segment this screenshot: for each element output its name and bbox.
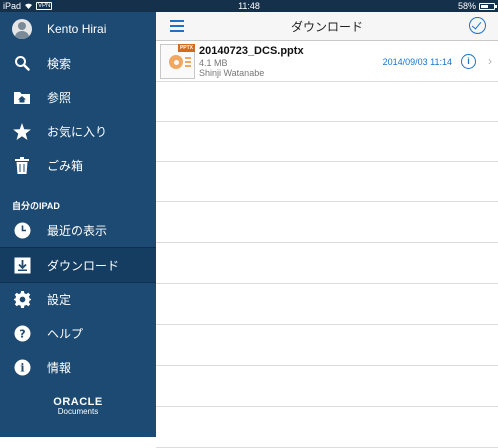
folder-home-icon — [12, 87, 32, 107]
sidebar-item-help[interactable]: ? ヘルプ — [0, 316, 156, 350]
nav-bar: ダウンロード — [156, 12, 498, 41]
empty-row — [156, 326, 498, 366]
star-icon — [12, 121, 32, 141]
user-name: Kento Hirai — [47, 22, 107, 36]
svg-text:?: ? — [19, 327, 25, 340]
sidebar-item-label: お気に入り — [47, 124, 108, 139]
file-date: 2014/09/03 11:14 — [382, 57, 452, 67]
empty-row — [156, 122, 498, 162]
status-time: 11:48 — [238, 1, 260, 11]
brand-sub: Documents — [57, 407, 99, 416]
sidebar-item-label: 情報 — [47, 360, 72, 375]
file-owner: Shinji Watanabe — [199, 68, 265, 78]
sidebar-item-label: ヘルプ — [47, 326, 84, 341]
sidebar-item-favorites[interactable]: お気に入り — [0, 114, 156, 148]
file-type-tag: PPTX — [177, 44, 195, 52]
status-bar: iPad VPN 11:48 58% — [0, 0, 498, 12]
section-header: 自分のIPAD — [12, 201, 60, 211]
empty-row — [156, 285, 498, 325]
empty-row — [156, 244, 498, 284]
sidebar-item-download[interactable]: ダウンロード — [0, 247, 156, 283]
empty-row — [156, 408, 498, 448]
file-size: 4.1 MB — [199, 58, 228, 68]
sidebar-item-label: 最近の表示 — [47, 223, 108, 238]
avatar-icon — [12, 19, 32, 39]
sidebar-item-label: ごみ箱 — [47, 158, 84, 173]
sidebar-item-search[interactable]: 検索 — [0, 46, 156, 80]
main-panel: ダウンロード PPTX 20140723_DCS.pptx 4.1 MB Shi… — [156, 12, 498, 448]
sidebar-item-browse[interactable]: 参照 — [0, 80, 156, 114]
sidebar-user[interactable]: Kento Hirai — [0, 12, 156, 46]
sidebar-item-recent[interactable]: 最近の表示 — [0, 213, 156, 247]
gear-icon — [12, 289, 32, 309]
download-icon — [12, 255, 32, 275]
empty-row — [156, 82, 498, 122]
page-title: ダウンロード — [290, 20, 363, 34]
help-icon: ? — [12, 323, 32, 343]
sidebar-item-label: 検索 — [47, 56, 72, 71]
chevron-right-icon[interactable]: › — [488, 54, 492, 68]
info-icon: i — [12, 357, 32, 377]
sidebar-item-label: 設定 — [47, 292, 72, 307]
sidebar: Kento Hirai 検索 参照 お気に入り ごみ箱 自分のIPAD 最近の表… — [0, 12, 156, 437]
file-row[interactable]: PPTX 20140723_DCS.pptx 4.1 MB Shinji Wat… — [156, 41, 498, 82]
battery-percent: 58% — [457, 1, 476, 11]
oracle-documents-logo: ORACLE Documents — [0, 396, 156, 416]
trash-icon — [12, 155, 32, 175]
select-check-icon[interactable] — [469, 17, 486, 34]
file-info-icon[interactable]: i — [461, 54, 476, 69]
sidebar-item-label: 参照 — [47, 90, 72, 105]
file-name: 20140723_DCS.pptx — [199, 45, 304, 57]
sidebar-item-settings[interactable]: 設定 — [0, 282, 156, 316]
clock-icon — [12, 220, 32, 240]
sidebar-item-label: ダウンロード — [47, 258, 120, 273]
sidebar-item-info[interactable]: i 情報 — [0, 350, 156, 384]
sidebar-item-trash[interactable]: ごみ箱 — [0, 148, 156, 182]
svg-text:i: i — [20, 361, 24, 374]
empty-row — [156, 203, 498, 243]
search-icon — [12, 53, 32, 73]
battery-icon — [479, 2, 497, 10]
empty-row — [156, 162, 498, 202]
empty-row — [156, 367, 498, 407]
pptx-file-icon: PPTX — [160, 44, 195, 79]
